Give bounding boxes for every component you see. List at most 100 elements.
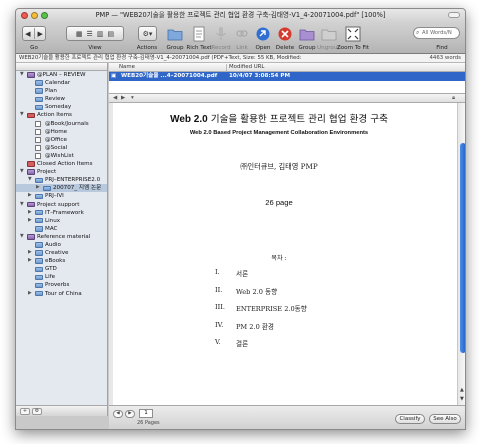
sidebar-item[interactable]: ▶ IT–Framework (16, 209, 107, 217)
next-page-button[interactable]: ▶ (125, 410, 135, 418)
word-count: 4463 words (429, 55, 462, 61)
view-list-icon[interactable]: ☰ (87, 30, 93, 38)
sidebar-item[interactable]: @Social (16, 144, 107, 152)
scroll-thumb[interactable] (459, 143, 465, 353)
disclosure-collapsed-icon[interactable]: ▶ (28, 257, 32, 265)
sidebar-item[interactable]: ▶ Linux (16, 217, 107, 225)
sidebar-item-label: @Home (45, 128, 68, 135)
lock-icon[interactable]: 🔒︎ (452, 95, 455, 102)
nav-menu-icon[interactable]: ▾ (131, 95, 134, 101)
sidebar-item[interactable]: @Home (16, 128, 107, 136)
sidebar-tree: ▼ @PLAN – REVIEW Calendar Plan Review Someday… (16, 71, 107, 298)
rich-text-button[interactable] (190, 25, 208, 43)
view-mode-control[interactable]: ▦ ☰ ▥ ▤ (66, 26, 124, 41)
go-label: Go (30, 45, 38, 51)
column-modified-header[interactable]: Modified URL (229, 63, 264, 72)
disclosure-expanded-icon[interactable]: ▼ (28, 176, 32, 184)
sidebar-item[interactable]: Closed Action Items (16, 160, 107, 168)
disclosure-expanded-icon[interactable]: ▼ (20, 71, 24, 79)
group-folder-icon (299, 29, 315, 41)
delete-button[interactable] (276, 25, 294, 43)
sidebar-item[interactable]: MAC (16, 225, 107, 233)
folder-icon (35, 266, 43, 273)
sidebar-action-button[interactable]: ⚙ (32, 408, 42, 415)
ungroup-button[interactable] (320, 25, 338, 43)
sidebar-item[interactable]: ▶ 200707_ 지엠 논문 (16, 184, 107, 193)
group-button[interactable] (166, 25, 184, 43)
scroll-down-arrow-icon[interactable]: ▼ (460, 396, 464, 402)
sidebar-item[interactable]: ▼ @PLAN – REVIEW (16, 71, 107, 79)
go-back-forward-control[interactable]: ◀ ▶ (22, 26, 46, 41)
actions-button[interactable]: ⚙▾ (138, 26, 157, 41)
sidebar-item[interactable]: ▼ PRJ–ENTERPRISE2.0 (16, 176, 107, 184)
previous-page-button[interactable]: ◀ (113, 410, 123, 418)
disclosure-expanded-icon[interactable]: ▼ (20, 233, 24, 241)
view-icons-icon[interactable]: ▦ (76, 30, 83, 38)
sidebar-item[interactable]: Proverbs (16, 281, 107, 289)
sidebar-item[interactable]: ▶ PRJ–IVI (16, 192, 107, 200)
sidebar-item[interactable]: ▶ Creative (16, 249, 107, 257)
page-number-field[interactable]: 1 (139, 409, 153, 418)
sidebar-item[interactable]: Audio (16, 241, 107, 249)
folder-icon (35, 226, 43, 232)
sidebar-item[interactable]: ▶ Tour of China (16, 290, 107, 298)
classify-button[interactable]: Classify (395, 414, 425, 424)
minimize-window-button[interactable] (31, 12, 38, 19)
disclosure-collapsed-icon[interactable]: ▶ (28, 192, 32, 200)
sidebar-item[interactable]: GTD (16, 265, 107, 273)
nav-back-icon[interactable]: ◀ (113, 95, 117, 101)
sidebar-item[interactable]: ▼ Project support (16, 201, 107, 209)
disclosure-collapsed-icon[interactable]: ▶ (28, 290, 32, 298)
link-button[interactable] (233, 25, 251, 43)
view-split-icon[interactable]: ▤ (107, 30, 114, 38)
disclosure-expanded-icon[interactable]: ▼ (20, 168, 24, 176)
record-button[interactable] (212, 25, 230, 43)
document-page-count: 26 page (265, 198, 293, 207)
sidebar-item-label: Linux (45, 217, 61, 224)
nav-forward-icon[interactable]: ▶ (121, 95, 125, 101)
search-field[interactable]: ⌕ All Words/N (413, 27, 460, 39)
disclosure-expanded-icon[interactable]: ▼ (20, 111, 24, 119)
disclosure-collapsed-icon[interactable]: ▶ (36, 184, 40, 192)
actions-label: Actions (136, 45, 158, 51)
sidebar-item[interactable]: Review (16, 95, 107, 103)
sidebar-item[interactable]: ▼ Project (16, 168, 107, 176)
sidebar-item[interactable]: @Office (16, 136, 107, 144)
sidebar-item[interactable]: ▶ eBooks (16, 257, 107, 265)
back-arrow-icon[interactable]: ◀ (25, 30, 30, 38)
record-label: Record (211, 45, 231, 51)
forward-arrow-icon[interactable]: ▶ (38, 30, 43, 38)
view-columns-icon[interactable]: ▥ (97, 30, 104, 38)
toc-title: 목차 : (271, 255, 287, 262)
sidebar-item[interactable]: Someday (16, 103, 107, 111)
folder-icon (35, 193, 43, 200)
group-items-button[interactable] (298, 25, 316, 43)
checkbox-icon (35, 120, 41, 127)
sidebar-item[interactable]: ▼ Reference material (16, 233, 107, 241)
sidebar-item[interactable]: Life (16, 273, 107, 281)
scroll-up-arrow-icon[interactable]: ▲ (460, 387, 464, 393)
sidebar-item[interactable]: @WishList (16, 152, 107, 160)
close-window-button[interactable] (21, 12, 28, 19)
sidebar-item-label: @Book/Journals (45, 120, 89, 127)
document-viewer[interactable]: Web 2.0 기술을 활용한 프로젝트 관리 협업 환경 구축 Web 2.0… (109, 103, 465, 405)
column-name-header[interactable]: Name (119, 63, 135, 72)
sidebar-item[interactable]: Plan (16, 87, 107, 95)
disclosure-collapsed-icon[interactable]: ▶ (28, 209, 32, 217)
see-also-button[interactable]: See Also (429, 414, 461, 424)
sidebar-footer: + ⚙ (16, 405, 107, 416)
list-row-selected[interactable]: ▣ WEB20기술을 ...4–20071004.pdf 10/4/07 3:0… (109, 72, 465, 81)
disclosure-collapsed-icon[interactable]: ▶ (28, 217, 32, 225)
sidebar-item[interactable]: @Book/Journals (16, 120, 107, 128)
sidebar-item[interactable]: Calendar (16, 79, 107, 87)
open-button[interactable] (254, 25, 272, 43)
action-icon (27, 112, 35, 119)
toolbar-toggle-button[interactable] (448, 12, 460, 18)
vertical-scrollbar[interactable]: ▲ ▼ (457, 103, 465, 405)
sidebar-add-button[interactable]: + (20, 408, 30, 415)
disclosure-expanded-icon[interactable]: ▼ (20, 201, 24, 209)
sidebar-item[interactable]: ▼ Action Items (16, 111, 107, 119)
zoom-window-button[interactable] (41, 12, 48, 19)
disclosure-collapsed-icon[interactable]: ▶ (28, 249, 32, 257)
zoom-to-fit-button[interactable] (344, 25, 362, 43)
